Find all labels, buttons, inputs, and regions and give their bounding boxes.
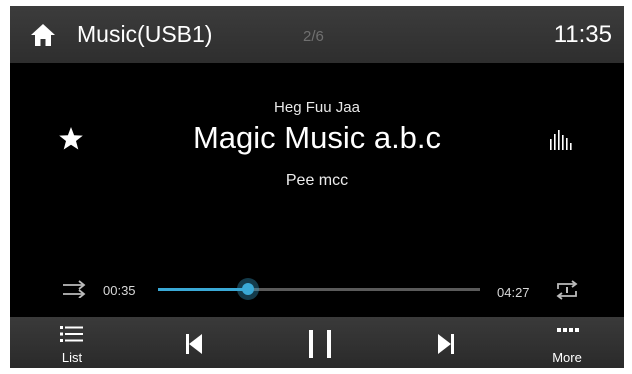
artist-name: Pee mcc bbox=[285, 172, 349, 189]
total-time: 04:27 bbox=[497, 285, 530, 300]
home-icon[interactable] bbox=[30, 23, 56, 47]
more-button[interactable]: More bbox=[530, 317, 604, 368]
next-button[interactable] bbox=[420, 317, 470, 368]
header-bar: Music(USB1) 2/6 11:35 bbox=[10, 6, 624, 63]
song-title: Magic Music a.b.c bbox=[192, 120, 442, 155]
skip-next-icon bbox=[438, 334, 454, 354]
pause-icon bbox=[309, 330, 331, 358]
elapsed-time: 00:35 bbox=[103, 283, 136, 298]
seek-bar-progress bbox=[158, 288, 249, 291]
previous-button[interactable] bbox=[170, 317, 220, 368]
clock: 11:35 bbox=[553, 21, 612, 48]
repeat-icon[interactable] bbox=[555, 280, 579, 300]
track-count: 2/6 bbox=[303, 28, 324, 45]
more-label: More bbox=[552, 350, 582, 365]
equalizer-icon[interactable] bbox=[547, 129, 575, 151]
control-bar: List More bbox=[10, 317, 624, 368]
list-button[interactable]: List bbox=[40, 317, 104, 368]
seek-bar-thumb[interactable] bbox=[237, 278, 260, 300]
seek-bar[interactable] bbox=[158, 278, 480, 300]
album-name: Heg Fuu Jaa bbox=[274, 99, 360, 116]
skip-previous-icon bbox=[186, 334, 202, 354]
more-icon bbox=[557, 328, 579, 332]
pause-button[interactable] bbox=[295, 317, 345, 368]
music-player-screen: Music(USB1) 2/6 11:35 Heg Fuu Jaa Magic … bbox=[10, 6, 624, 368]
list-label: List bbox=[61, 350, 83, 365]
list-icon bbox=[60, 326, 83, 342]
source-title: Music(USB1) bbox=[77, 21, 213, 47]
shuffle-icon[interactable] bbox=[62, 280, 86, 299]
